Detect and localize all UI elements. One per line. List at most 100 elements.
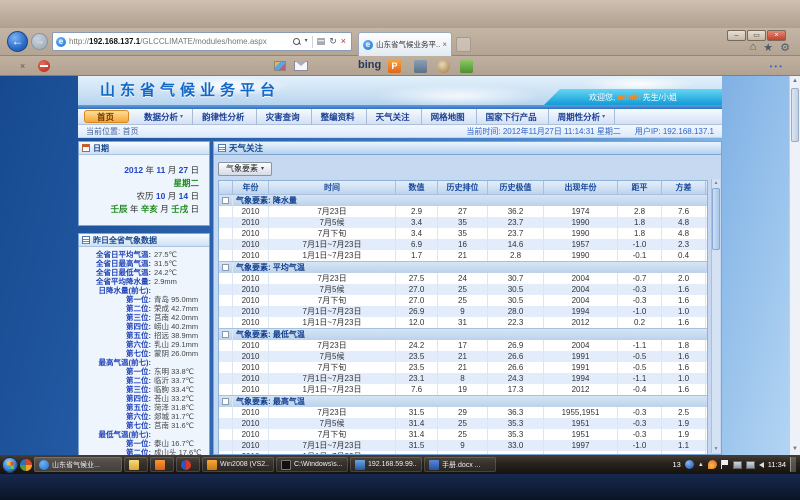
taskbar-app-icon[interactable] [20,459,32,471]
cell-year: 2010 [233,418,269,429]
refresh-icon[interactable]: ↻ [329,33,337,50]
table-row[interactable]: 2010 7月23日 24.2 17 26.9 2004 -1.1 1.8 [219,340,707,351]
card-addon-icon[interactable] [274,61,286,71]
window-maximize-button[interactable]: ▭ [747,30,766,41]
table-row[interactable]: 2010 1月1日~7月23日 1.7 21 2.8 1990 -0.1 0.4 [219,250,707,261]
table-row[interactable]: 气象要素: 最高气温 [219,395,707,407]
element-filter-button[interactable]: 气象要素 ▾ [218,162,272,176]
pet-addon-icon[interactable] [437,60,450,73]
mail-icon[interactable] [294,61,308,71]
window-minimize-button[interactable]: – [727,30,746,41]
action-center-flag-icon[interactable] [721,460,729,469]
start-button[interactable] [2,457,18,473]
more-addons-dots-icon[interactable]: ••• [770,62,784,71]
taskbar-task[interactable]: 手册.docx ... [424,457,496,472]
table-row[interactable]: 2010 7月23日 31.5 29 36.3 1955,1951 -0.3 2… [219,407,707,418]
media-addon-icon[interactable] [414,60,427,73]
panel-scrollbar[interactable]: ▲ ▼ [711,179,720,453]
nav-item[interactable]: 网格地图 [422,109,477,125]
show-hidden-icons-arrow[interactable]: ▲ [698,462,704,468]
scroll-up-arrow[interactable]: ▲ [712,179,720,187]
table-row[interactable]: 2010 7月下旬 23.5 21 26.6 1991 -0.5 1.6 [219,362,707,373]
globe-tray-icon[interactable] [685,460,694,469]
nav-item-label: 周期性分析 [558,111,601,123]
nav-item[interactable]: 灾害查询 [257,109,312,125]
table-row[interactable]: 气象要素: 降水量 [219,194,707,206]
cell-anomaly: 1.8 [618,228,662,239]
table-row[interactable]: 2010 7月5候 23.5 21 26.6 1991 -0.5 1.6 [219,351,707,362]
table-row[interactable]: 2010 7月23日 2.9 27 36.2 1974 2.8 7.6 [219,206,707,217]
home-icon[interactable]: ⌂ [750,41,757,54]
address-bar[interactable]: e http://192.168.137.1/GLCCLIMATE/module… [52,32,352,51]
close-toolbar-icon[interactable]: × [20,61,25,71]
nav-item[interactable]: 周期性分析 ▾ [549,109,616,125]
scroll-down-arrow[interactable]: ▼ [712,445,720,453]
device-tray-icon[interactable] [746,461,755,469]
nav-item[interactable]: 数据分析 ▾ [135,109,193,125]
section-checkbox[interactable] [222,197,229,204]
taskbar-task[interactable]: 192.168.59.99... [350,457,422,472]
section-checkbox[interactable] [222,398,229,405]
scrollbar-thumb[interactable] [791,88,799,142]
bing-logo[interactable]: bing [358,59,381,71]
table-row[interactable]: 2010 1月1日~7月23日 12.0 31 22.3 2012 0.2 1.… [219,317,707,328]
forward-button[interactable]: → [31,33,48,50]
browser-tab[interactable]: e 山东省气候业务平... × [358,32,452,56]
taskbar-task[interactable]: C:\Windows\s... [276,457,348,472]
taskbar-task[interactable] [176,457,200,472]
table-row[interactable]: 2010 7月下旬 27.0 25 30.5 2004 -0.3 1.6 [219,295,707,306]
input-indicator[interactable]: 13 [672,460,680,469]
p-addon-icon[interactable]: P [388,60,401,73]
tab-close-icon[interactable]: × [442,40,447,49]
show-desktop-button[interactable] [790,457,796,472]
table-row[interactable]: 2010 7月下旬 3.4 35 23.7 1990 1.8 4.8 [219,228,707,239]
cell-hist-rank: 35 [438,217,488,228]
volume-icon[interactable] [759,462,764,468]
search-icon[interactable] [292,37,301,46]
table-row[interactable]: 2010 7月下旬 31.4 25 35.3 1951 -0.3 1.9 [219,429,707,440]
sharing-addon-icon[interactable] [460,60,473,73]
taskbar-task[interactable]: Win2008 (VS2... [202,457,274,472]
scroll-up-arrow[interactable]: ▲ [790,76,800,87]
cell-anomaly: 0.2 [618,317,662,328]
tools-gear-icon[interactable]: ⚙ [780,41,790,54]
table-row[interactable]: 2010 7月5候 31.4 25 35.3 1951 -0.3 1.9 [219,418,707,429]
table-row[interactable]: 2010 7月1日~7月23日 31.5 9 33.0 1997 -1.0 1.… [219,440,707,451]
taskbar-task[interactable]: 山东省气候业... [34,457,122,472]
section-checkbox[interactable] [222,264,229,271]
orange-app-tray-icon[interactable] [708,460,717,469]
taskbar-task[interactable] [124,457,148,472]
nav-item[interactable]: 首页 [84,110,129,123]
browser-scrollbar[interactable]: ▲ ▼ [789,76,800,455]
table-row[interactable]: 2010 7月23日 27.5 24 30.7 2004 -0.7 2.0 [219,273,707,284]
search-dropdown-arrow-icon[interactable]: ▾ [305,33,308,50]
taskbar-task[interactable] [150,457,174,472]
table-row[interactable]: 2010 7月1日~7月23日 26.9 9 28.0 1994 -1.0 1.… [219,306,707,317]
weather-data-value [151,430,209,439]
network-tray-icon[interactable] [733,461,742,469]
table-row[interactable]: 气象要素: 平均气温 [219,261,707,273]
table-row[interactable]: 2010 1月1日~7月23日 7.6 19 17.3 2012 -0.4 1.… [219,384,707,395]
scroll-down-arrow[interactable]: ▼ [790,444,800,455]
back-button[interactable]: ← [7,31,28,52]
url-text[interactable]: http://192.168.137.1/GLCCLIMATE/modules/… [69,37,290,46]
nav-item[interactable]: 整编资料 [312,109,367,125]
nav-item[interactable]: 韵律性分析 [193,109,257,125]
blocked-icon[interactable] [38,60,50,72]
compatibility-view-icon[interactable]: ▤ [317,33,326,50]
table-row[interactable]: 2010 7月5候 27.0 25 30.5 2004 -0.3 1.6 [219,284,707,295]
table-row[interactable]: 2010 7月5候 3.4 35 23.7 1990 1.8 4.8 [219,217,707,228]
new-tab-button[interactable] [456,37,471,52]
scrollbar-thumb[interactable] [712,188,720,250]
nav-item[interactable]: 国家下行产品 [477,109,549,125]
nav-item[interactable]: 天气关注 [367,109,422,125]
table-row[interactable]: 气象要素: 最低气温 [219,328,707,340]
stop-icon[interactable]: × [341,33,346,50]
table-row[interactable]: 2010 7月1日~7月23日 6.9 16 14.6 1957 -1.0 2.… [219,239,707,250]
page-viewport: 山东省气候业务平台 欢迎您, admin 先生/小姐 首页 数据分析 [0,76,800,455]
table-row[interactable]: 2010 7月1日~7月23日 23.1 8 24.3 1994 -1.1 1.… [219,373,707,384]
section-checkbox[interactable] [222,331,229,338]
favorites-star-icon[interactable]: ★ [763,41,773,54]
clock[interactable]: 11:34 [768,460,786,469]
window-close-button[interactable]: × [767,30,786,41]
